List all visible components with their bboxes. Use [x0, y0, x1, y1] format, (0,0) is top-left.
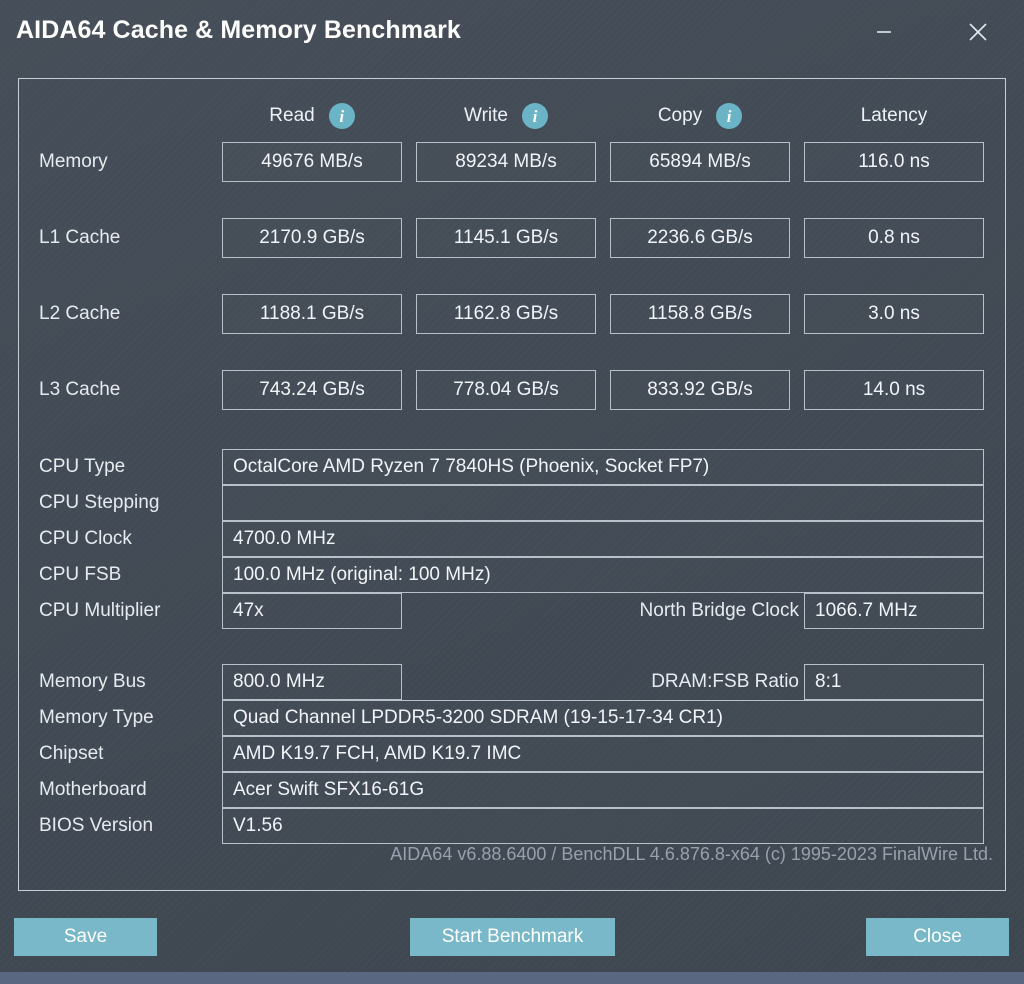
cell-l3-write: 778.04 GB/s — [416, 370, 596, 410]
cpu-clock-row: CPU Clock 4700.0 MHz — [19, 521, 1007, 557]
cpu-stepping-value — [222, 485, 984, 521]
cell-l1-latency: 0.8 ns — [804, 218, 984, 258]
cpu-type-label: CPU Type — [39, 456, 126, 477]
motherboard-label: Motherboard — [39, 779, 147, 800]
row-label-l2-cache: L2 Cache — [39, 303, 121, 324]
start-benchmark-button[interactable]: Start Benchmark — [410, 918, 615, 956]
window-title: AIDA64 Cache & Memory Benchmark — [16, 16, 461, 44]
dram-fsb-ratio-value: 8:1 — [804, 664, 984, 700]
version-text: AIDA64 v6.88.6400 / BenchDLL 4.6.876.8-x… — [390, 844, 993, 864]
cell-l1-write: 1145.1 GB/s — [416, 218, 596, 258]
cell-l2-copy: 1158.8 GB/s — [610, 294, 790, 334]
memory-type-row: Memory Type Quad Channel LPDDR5-3200 SDR… — [19, 700, 1007, 736]
cell-l3-latency: 14.0 ns — [804, 370, 984, 410]
minimize-button[interactable] — [861, 10, 907, 54]
cpu-fsb-value: 100.0 MHz (original: 100 MHz) — [222, 557, 984, 593]
cell-l1-copy: 2236.6 GB/s — [610, 218, 790, 258]
memory-type-value: Quad Channel LPDDR5-3200 SDRAM (19-15-17… — [222, 700, 984, 736]
table-row: L3 Cache 743.24 GB/s 778.04 GB/s 833.92 … — [19, 370, 1007, 410]
bios-version-label: BIOS Version — [39, 815, 154, 836]
cpu-fsb-label: CPU FSB — [39, 564, 122, 585]
column-header-latency: Latency — [804, 99, 984, 133]
close-icon — [969, 23, 987, 41]
info-icon-copy[interactable]: i — [716, 103, 743, 129]
minimize-icon — [877, 31, 891, 33]
cell-memory-latency: 116.0 ns — [804, 142, 984, 182]
cell-l3-copy: 833.92 GB/s — [610, 370, 790, 410]
column-header-latency-label: Latency — [860, 105, 928, 126]
cell-l3-read: 743.24 GB/s — [222, 370, 402, 410]
motherboard-row: Motherboard Acer Swift SFX16-61G — [19, 772, 1007, 808]
row-label-l1-cache: L1 Cache — [39, 227, 121, 248]
main-panel: Read i Write i Copy i Latency Memory 496… — [18, 78, 1006, 891]
cell-l2-write: 1162.8 GB/s — [416, 294, 596, 334]
cpu-multiplier-value: 47x — [222, 593, 402, 629]
column-header-write-label: Write — [464, 105, 508, 126]
column-header-copy: Copy i — [610, 99, 790, 133]
chipset-value: AMD K19.7 FCH, AMD K19.7 IMC — [222, 736, 984, 772]
table-row: L2 Cache 1188.1 GB/s 1162.8 GB/s 1158.8 … — [19, 294, 1007, 334]
motherboard-value: Acer Swift SFX16-61G — [222, 772, 984, 808]
cpu-clock-value: 4700.0 MHz — [222, 521, 984, 557]
info-icon-read[interactable]: i — [328, 103, 355, 129]
memory-bus-row: Memory Bus 800.0 MHz DRAM:FSB Ratio 8:1 — [19, 664, 1007, 700]
cpu-clock-label: CPU Clock — [39, 528, 132, 549]
bottom-strip — [0, 972, 1024, 984]
north-bridge-clock-label: North Bridge Clock — [639, 600, 799, 621]
bios-version-value: V1.56 — [222, 808, 984, 844]
cpu-fsb-row: CPU FSB 100.0 MHz (original: 100 MHz) — [19, 557, 1007, 593]
cpu-type-value: OctalCore AMD Ryzen 7 7840HS (Phoenix, S… — [222, 449, 984, 485]
column-header-read: Read i — [222, 99, 402, 133]
chipset-row: Chipset AMD K19.7 FCH, AMD K19.7 IMC — [19, 736, 1007, 772]
dram-fsb-ratio-label: DRAM:FSB Ratio — [651, 671, 799, 692]
cell-l2-latency: 3.0 ns — [804, 294, 984, 334]
row-label-memory: Memory — [39, 151, 108, 172]
north-bridge-clock-value: 1066.7 MHz — [804, 593, 984, 629]
cell-memory-read: 49676 MB/s — [222, 142, 402, 182]
cpu-type-row: CPU Type OctalCore AMD Ryzen 7 7840HS (P… — [19, 449, 1007, 485]
memory-type-label: Memory Type — [39, 707, 154, 728]
row-label-l3-cache: L3 Cache — [39, 379, 121, 400]
info-icon-write[interactable]: i — [521, 103, 548, 129]
memory-bus-label: Memory Bus — [39, 671, 146, 692]
bios-version-row: BIOS Version V1.56 — [19, 808, 1007, 844]
benchmark-column-headers: Read i Write i Copy i Latency — [19, 99, 1007, 133]
save-button[interactable]: Save — [14, 918, 157, 956]
cell-l2-read: 1188.1 GB/s — [222, 294, 402, 334]
cpu-stepping-row: CPU Stepping — [19, 485, 1007, 521]
column-header-read-label: Read — [269, 105, 315, 126]
table-row: Memory 49676 MB/s 89234 MB/s 65894 MB/s … — [19, 142, 1007, 182]
cpu-multiplier-row: CPU Multiplier 47x North Bridge Clock 10… — [19, 593, 1007, 629]
chipset-label: Chipset — [39, 743, 104, 764]
cell-memory-copy: 65894 MB/s — [610, 142, 790, 182]
close-button-footer[interactable]: Close — [866, 918, 1009, 956]
memory-bus-value: 800.0 MHz — [222, 664, 402, 700]
column-header-write: Write i — [416, 99, 596, 133]
column-header-copy-label: Copy — [657, 105, 703, 126]
cpu-multiplier-label: CPU Multiplier — [39, 600, 161, 621]
close-button[interactable] — [955, 10, 1001, 54]
table-row: L1 Cache 2170.9 GB/s 1145.1 GB/s 2236.6 … — [19, 218, 1007, 258]
cell-l1-read: 2170.9 GB/s — [222, 218, 402, 258]
cell-memory-write: 89234 MB/s — [416, 142, 596, 182]
title-bar: AIDA64 Cache & Memory Benchmark — [0, 0, 1024, 68]
cpu-stepping-label: CPU Stepping — [39, 492, 160, 513]
